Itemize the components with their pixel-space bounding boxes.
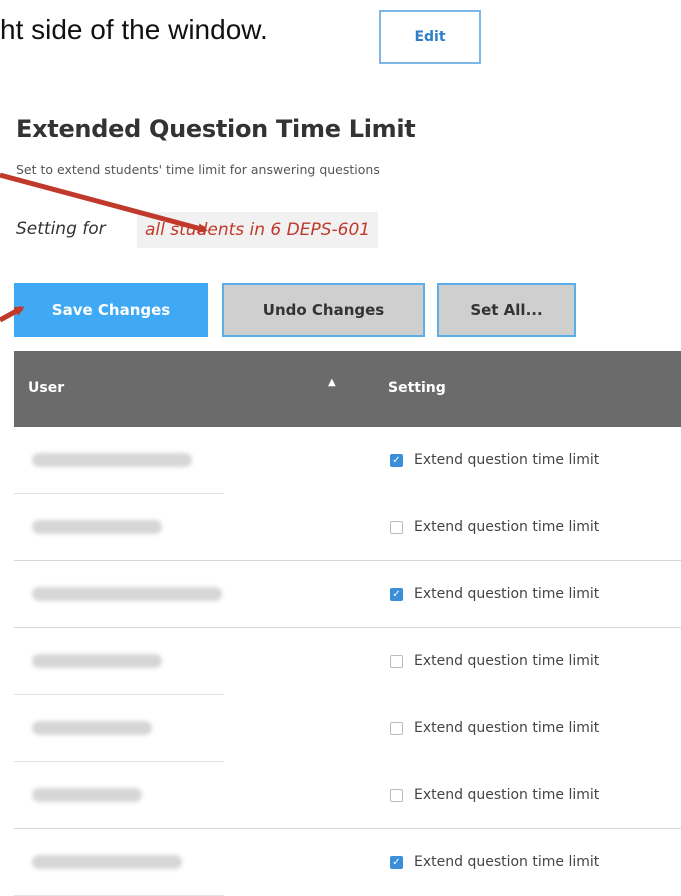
table-row: Extend question time limit [14,494,681,561]
table-row: ✓ Extend question time limit [14,427,681,494]
page-subtitle: Set to extend students' time limit for a… [16,162,380,177]
setting-for-value: all students in 6 DEPS-601 [137,212,379,248]
sort-asc-icon[interactable]: ▲ [328,377,336,388]
extend-time-label[interactable]: Extend question time limit [414,519,599,535]
table-row: Extend question time limit [14,762,681,829]
extend-time-label[interactable]: Extend question time limit [414,452,599,468]
user-name-redacted [32,654,162,668]
user-name-redacted [32,453,192,467]
extend-time-label[interactable]: Extend question time limit [414,653,599,669]
column-header-user[interactable]: User [28,380,64,396]
page-title: Extended Question Time Limit [16,115,416,143]
extend-time-checkbox[interactable] [390,789,403,802]
extend-time-checkbox[interactable]: ✓ [390,454,403,467]
extend-time-checkbox[interactable]: ✓ [390,588,403,601]
extend-time-checkbox[interactable] [390,655,403,668]
table-row: Extend question time limit [14,695,681,762]
instruction-text: ht side of the window. [0,14,268,45]
table-row: Extend question time limit [14,628,681,695]
extend-time-checkbox[interactable]: ✓ [390,856,403,869]
user-name-redacted [32,788,142,802]
undo-changes-button[interactable]: Undo Changes [222,283,425,337]
setting-for-label: Setting for [16,219,106,239]
column-header-setting[interactable]: Setting [388,380,446,396]
user-name-redacted [32,721,152,735]
edit-button[interactable]: Edit [379,10,481,64]
extend-time-checkbox[interactable] [390,521,403,534]
table-header: User ▲ Setting [14,351,681,427]
user-name-redacted [32,520,162,534]
set-all-button[interactable]: Set All... [437,283,576,337]
user-name-redacted [32,587,222,601]
table-row: ✓ Extend question time limit [14,829,681,896]
extend-time-label[interactable]: Extend question time limit [414,854,599,870]
user-name-redacted [32,855,182,869]
table-row: ✓ Extend question time limit [14,561,681,628]
extend-time-label[interactable]: Extend question time limit [414,720,599,736]
save-changes-button[interactable]: Save Changes [14,283,208,337]
extend-time-checkbox[interactable] [390,722,403,735]
extend-time-label[interactable]: Extend question time limit [414,787,599,803]
extend-time-label[interactable]: Extend question time limit [414,586,599,602]
